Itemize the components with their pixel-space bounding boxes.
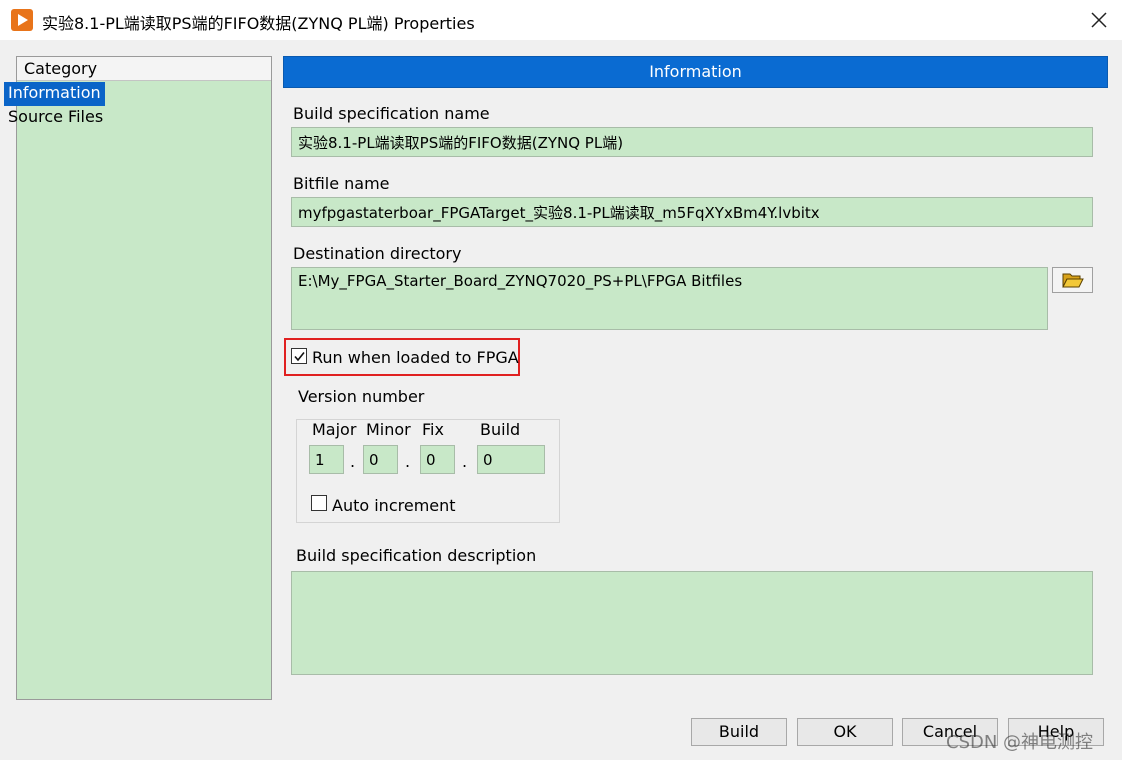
version-number-label: Version number [298,387,425,406]
build-spec-name-label: Build specification name [293,104,490,123]
title-bar: 实验8.1-PL端读取PS端的FIFO数据(ZYNQ PL端) Properti… [0,0,1122,40]
version-separator: . [350,452,356,471]
run-when-loaded-checkbox[interactable] [291,348,307,364]
window-title: 实验8.1-PL端读取PS端的FIFO数据(ZYNQ PL端) Properti… [42,14,475,33]
build-label: Build [480,420,521,439]
destination-directory-input[interactable]: E:\My_FPGA_Starter_Board_ZYNQ7020_PS+PL\… [291,267,1048,330]
folder-open-icon [1062,273,1084,288]
version-separator: . [405,452,411,471]
sidebar-item-information[interactable]: Information [4,82,105,106]
fix-input[interactable]: 0 [420,445,455,474]
category-header: Category [17,57,271,81]
checkmark-icon [294,352,305,362]
major-input[interactable]: 1 [309,445,344,474]
browse-button[interactable] [1052,267,1093,293]
auto-increment-checkbox[interactable] [311,495,327,511]
minor-label: Minor [366,420,411,439]
build-spec-name-input[interactable]: 实验8.1-PL端读取PS端的FIFO数据(ZYNQ PL端) [291,127,1093,157]
bitfile-name-input[interactable]: myfpgastaterboar_FPGATarget_实验8.1-PL端读取_… [291,197,1093,227]
labview-app-icon [11,9,33,31]
build-spec-description-input[interactable] [291,571,1093,675]
minor-input[interactable]: 0 [363,445,398,474]
build-button[interactable]: Build [691,718,787,746]
fix-label: Fix [422,420,444,439]
major-label: Major [312,420,357,439]
close-button[interactable] [1082,4,1116,36]
auto-increment-label: Auto increment [332,496,456,515]
build-input[interactable]: 0 [477,445,545,474]
category-list: Category [16,56,272,700]
run-when-loaded-label: Run when loaded to FPGA [312,348,519,367]
destination-directory-label: Destination directory [293,244,462,263]
version-separator: . [462,452,468,471]
sidebar-item-source-files[interactable]: Source Files [4,106,107,130]
bitfile-name-label: Bitfile name [293,174,390,193]
watermark: CSDN @神电测控 [946,732,1094,753]
section-title: Information [283,56,1108,88]
build-spec-description-label: Build specification description [296,546,537,565]
close-icon [1091,12,1107,28]
ok-button[interactable]: OK [797,718,893,746]
